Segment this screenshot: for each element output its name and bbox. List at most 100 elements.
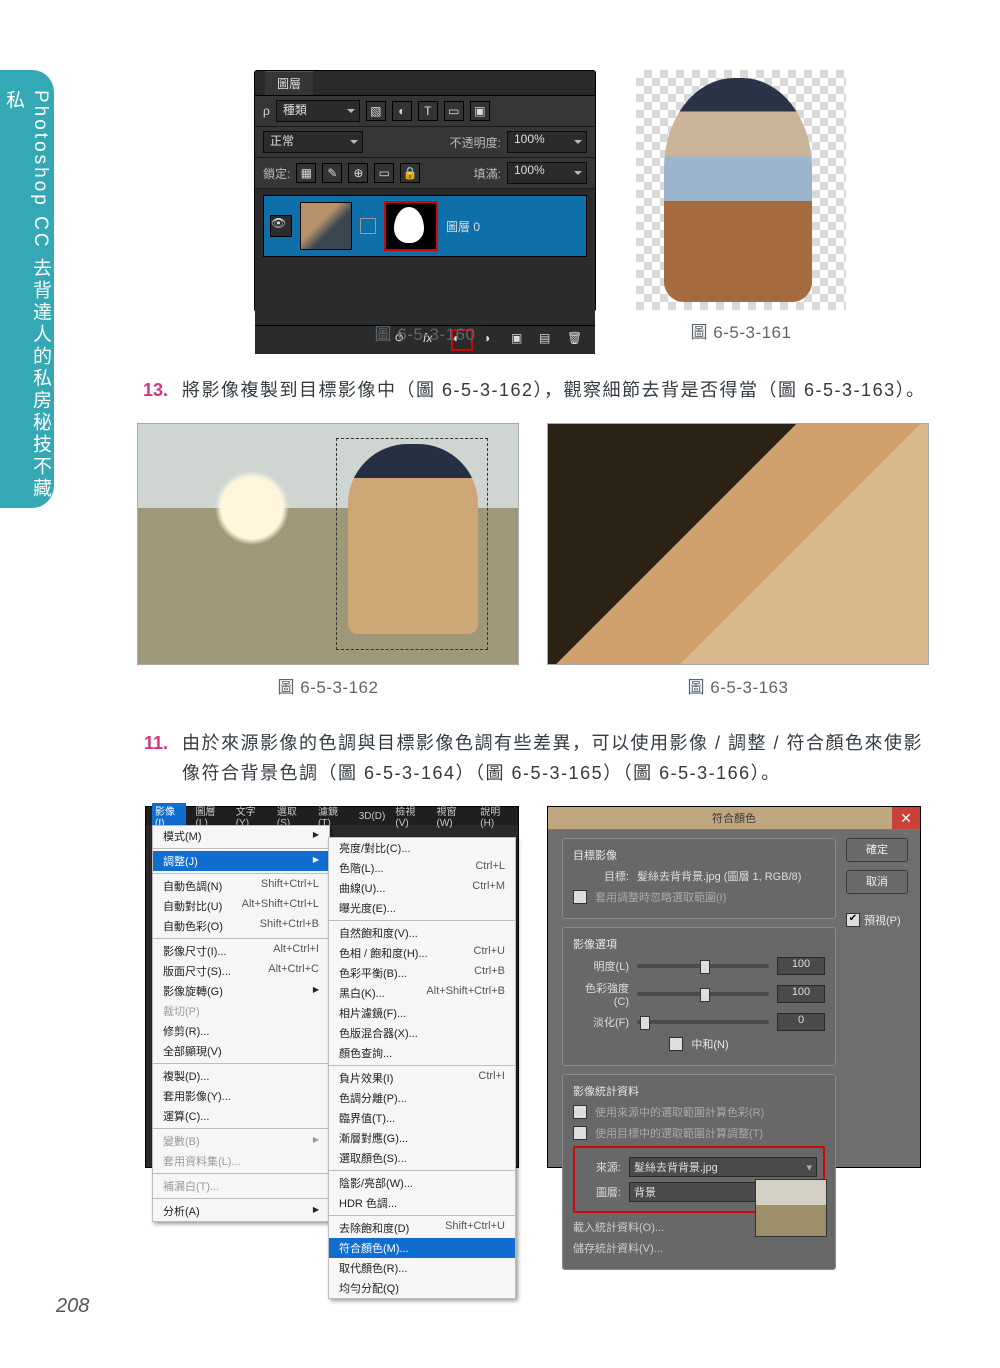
lock-transparent-icon[interactable]: ▦ (296, 163, 316, 183)
adjust-submenu-item[interactable]: 漸層對應(G)... (329, 1128, 515, 1148)
layer-visibility-toggle[interactable]: 👁 (270, 215, 292, 237)
image-menu-item[interactable]: 自動色彩(O)Shift+Ctrl+B (153, 916, 329, 936)
layer-mask-thumb[interactable] (384, 201, 438, 251)
image-menu-item[interactable]: 模式(M) (153, 826, 329, 846)
fill-value[interactable]: 100% (507, 162, 587, 184)
layer-thumb[interactable] (300, 202, 352, 250)
image-menu-main[interactable]: 模式(M) 調整(J) 自動色調(N)Shift+Ctrl+L自動對比(U)Alt+… (152, 825, 330, 1222)
lock-pixels-icon[interactable]: ✎ (322, 163, 342, 183)
figure-caption-163: 圖 6-5-3-163 (547, 673, 929, 698)
adjust-submenu-item[interactable]: 取代顏色(R)... (329, 1258, 515, 1278)
image-menu-item[interactable]: 運算(C)... (153, 1106, 329, 1126)
image-menu-item[interactable]: 版面尺寸(S)...Alt+Ctrl+C (153, 961, 329, 981)
lock-position-icon[interactable]: ⊕ (348, 163, 368, 183)
filter-pixel-icon[interactable]: ▧ (366, 101, 386, 121)
adjust-submenu-item[interactable]: 曝光度(E)... (329, 898, 515, 918)
image-menu-item[interactable]: 分析(A) (153, 1201, 329, 1221)
filter-type-icon[interactable]: T (418, 101, 438, 121)
luminance-slider[interactable] (637, 964, 769, 968)
filter-shape-icon[interactable]: ▭ (444, 101, 464, 121)
lock-all-icon[interactable]: 🔒 (400, 163, 420, 183)
filter-adjust-icon[interactable]: ◐ (392, 101, 412, 121)
adjust-submenu-item[interactable]: 負片效果(I)Ctrl+I (329, 1068, 515, 1088)
blend-mode-select[interactable]: 正常 (263, 131, 363, 153)
target-label: 目標: (573, 868, 629, 884)
adjust-submenu-item[interactable]: 顏色查詢... (329, 1043, 515, 1063)
new-layer-icon[interactable]: ▤ (539, 331, 557, 349)
fade-slider[interactable] (637, 1020, 769, 1024)
image-adjust-submenu[interactable]: 亮度/對比(C)...色階(L)...Ctrl+L曲線(U)...Ctrl+M曝… (328, 837, 516, 1299)
image-menu-item[interactable]: 自動對比(U)Alt+Shift+Ctrl+L (153, 896, 329, 916)
luminance-value[interactable]: 100 (777, 957, 825, 975)
adjust-submenu-item[interactable]: 去除飽和度(D)Shift+Ctrl+U (329, 1218, 515, 1238)
intensity-label: 色彩強度(C) (573, 980, 629, 1008)
adjust-submenu-item[interactable]: 色版混合器(X)... (329, 1023, 515, 1043)
menubar-item[interactable]: 3D(D) (359, 811, 386, 822)
adjustment-layer-icon[interactable]: ◑ (483, 331, 501, 349)
load-stats-button[interactable]: 載入統計資料(O)... (573, 1219, 664, 1235)
adjust-submenu-item[interactable]: 黑白(K)...Alt+Shift+Ctrl+B (329, 983, 515, 1003)
adjust-submenu-item[interactable]: 均勻分配(Q) (329, 1278, 515, 1298)
neutralize-checkbox[interactable] (669, 1037, 683, 1051)
new-group-icon[interactable]: ▣ (511, 331, 529, 349)
intensity-slider[interactable] (637, 992, 769, 996)
delete-layer-icon[interactable]: 🗑 (567, 331, 585, 349)
image-menu-item[interactable]: 套用影像(Y)... (153, 1086, 329, 1106)
preview-checkbox[interactable] (846, 913, 860, 927)
layer-label: 圖層: (581, 1184, 621, 1200)
adjust-submenu-item[interactable]: 符合顏色(M)... (329, 1238, 515, 1258)
adjust-submenu-item[interactable]: 選取顏色(S)... (329, 1148, 515, 1168)
adjust-submenu-item[interactable]: 陰影/亮部(W)... (329, 1173, 515, 1193)
lock-label: 鎖定: (263, 165, 290, 182)
adjust-submenu-item[interactable]: 亮度/對比(C)... (329, 838, 515, 858)
source-dropdown[interactable]: 髮絲去背背景.jpg (629, 1157, 817, 1177)
step-number-13: 13. (140, 375, 168, 405)
page-content: 圖層 ρ 種類 ▧ ◐ T ▭ ▣ 正常 不透明度: 100% (138, 70, 928, 1201)
layer-name[interactable]: 圖層 0 (446, 218, 480, 235)
adjust-submenu-item[interactable]: 曲線(U)...Ctrl+M (329, 878, 515, 898)
layer-link-icon[interactable] (360, 218, 376, 234)
source-label: 來源: (581, 1159, 621, 1175)
image-menu-item[interactable]: 影像尺寸(I)...Alt+Ctrl+I (153, 941, 329, 961)
adjust-submenu-item[interactable]: 相片濾鏡(F)... (329, 1003, 515, 1023)
layers-tab[interactable]: 圖層 (265, 71, 313, 95)
dialog-close-button[interactable]: ✕ (892, 807, 920, 829)
menubar-item[interactable]: 視窗(W) (437, 803, 471, 829)
fill-label: 填滿: (474, 165, 501, 182)
adjust-submenu-item[interactable]: 自然飽和度(V)... (329, 923, 515, 943)
cancel-button[interactable]: 取消 (846, 870, 908, 894)
ignore-selection-checkbox (573, 890, 587, 904)
figure-164-image-menu: 影像(I)圖層(L)文字(Y)選取(S)濾鏡(T)3D(D)檢視(V)視窗(W)… (145, 806, 519, 1201)
lock-artboard-icon[interactable]: ▭ (374, 163, 394, 183)
image-menu-item[interactable]: 全部顯現(V) (153, 1041, 329, 1061)
options-group-title: 影像選項 (573, 936, 825, 952)
ok-button[interactable]: 確定 (846, 838, 908, 862)
filter-smart-icon[interactable]: ▣ (470, 101, 490, 121)
adjust-submenu-item[interactable]: HDR 色調... (329, 1193, 515, 1213)
image-menu-item[interactable]: 自動色調(N)Shift+Ctrl+L (153, 876, 329, 896)
intensity-value[interactable]: 100 (777, 985, 825, 1003)
adjust-submenu-item[interactable]: 色相 / 飽和度(H)...Ctrl+U (329, 943, 515, 963)
layer-item-0[interactable]: 👁 圖層 0 (263, 195, 587, 257)
image-menu-item[interactable]: 修剪(R)... (153, 1021, 329, 1041)
adjust-submenu-item[interactable]: 色階(L)...Ctrl+L (329, 858, 515, 878)
chapter-side-tab: Photoshop CC 去背達人的私房秘技不藏私 (0, 70, 54, 508)
image-menu-item[interactable]: 影像旋轉(G) (153, 981, 329, 1001)
image-menu-item[interactable]: 調整(J) (153, 851, 329, 871)
chapter-side-title: Photoshop CC 去背達人的私房秘技不藏私 (0, 90, 54, 508)
step-number-11: 11. (140, 728, 168, 788)
adjust-submenu-item[interactable]: 臨界值(T)... (329, 1108, 515, 1128)
figure-165-match-color-dialog: 符合顏色 ✕ 目標影像 目標: 髮絲去背背景.jpg (圖層 1, RGB/8) (547, 806, 921, 1201)
image-menu-item[interactable]: 複製(D)... (153, 1066, 329, 1086)
save-stats-button[interactable]: 儲存統計資料(V)... (573, 1240, 663, 1256)
fade-value[interactable]: 0 (777, 1013, 825, 1031)
menubar-item[interactable]: 說明(H) (480, 803, 512, 829)
opacity-value[interactable]: 100% (507, 131, 587, 153)
adjust-submenu-item[interactable]: 色調分離(P)... (329, 1088, 515, 1108)
stats-preview-thumbnail (755, 1179, 827, 1237)
adjust-submenu-item[interactable]: 色彩平衡(B)...Ctrl+B (329, 963, 515, 983)
cutout-thumbnail (636, 70, 846, 310)
layer-kind-filter[interactable]: 種類 (276, 100, 360, 122)
menubar-item[interactable]: 檢視(V) (395, 803, 426, 829)
photoshop-layers-panel: 圖層 ρ 種類 ▧ ◐ T ▭ ▣ 正常 不透明度: 100% (254, 70, 596, 312)
